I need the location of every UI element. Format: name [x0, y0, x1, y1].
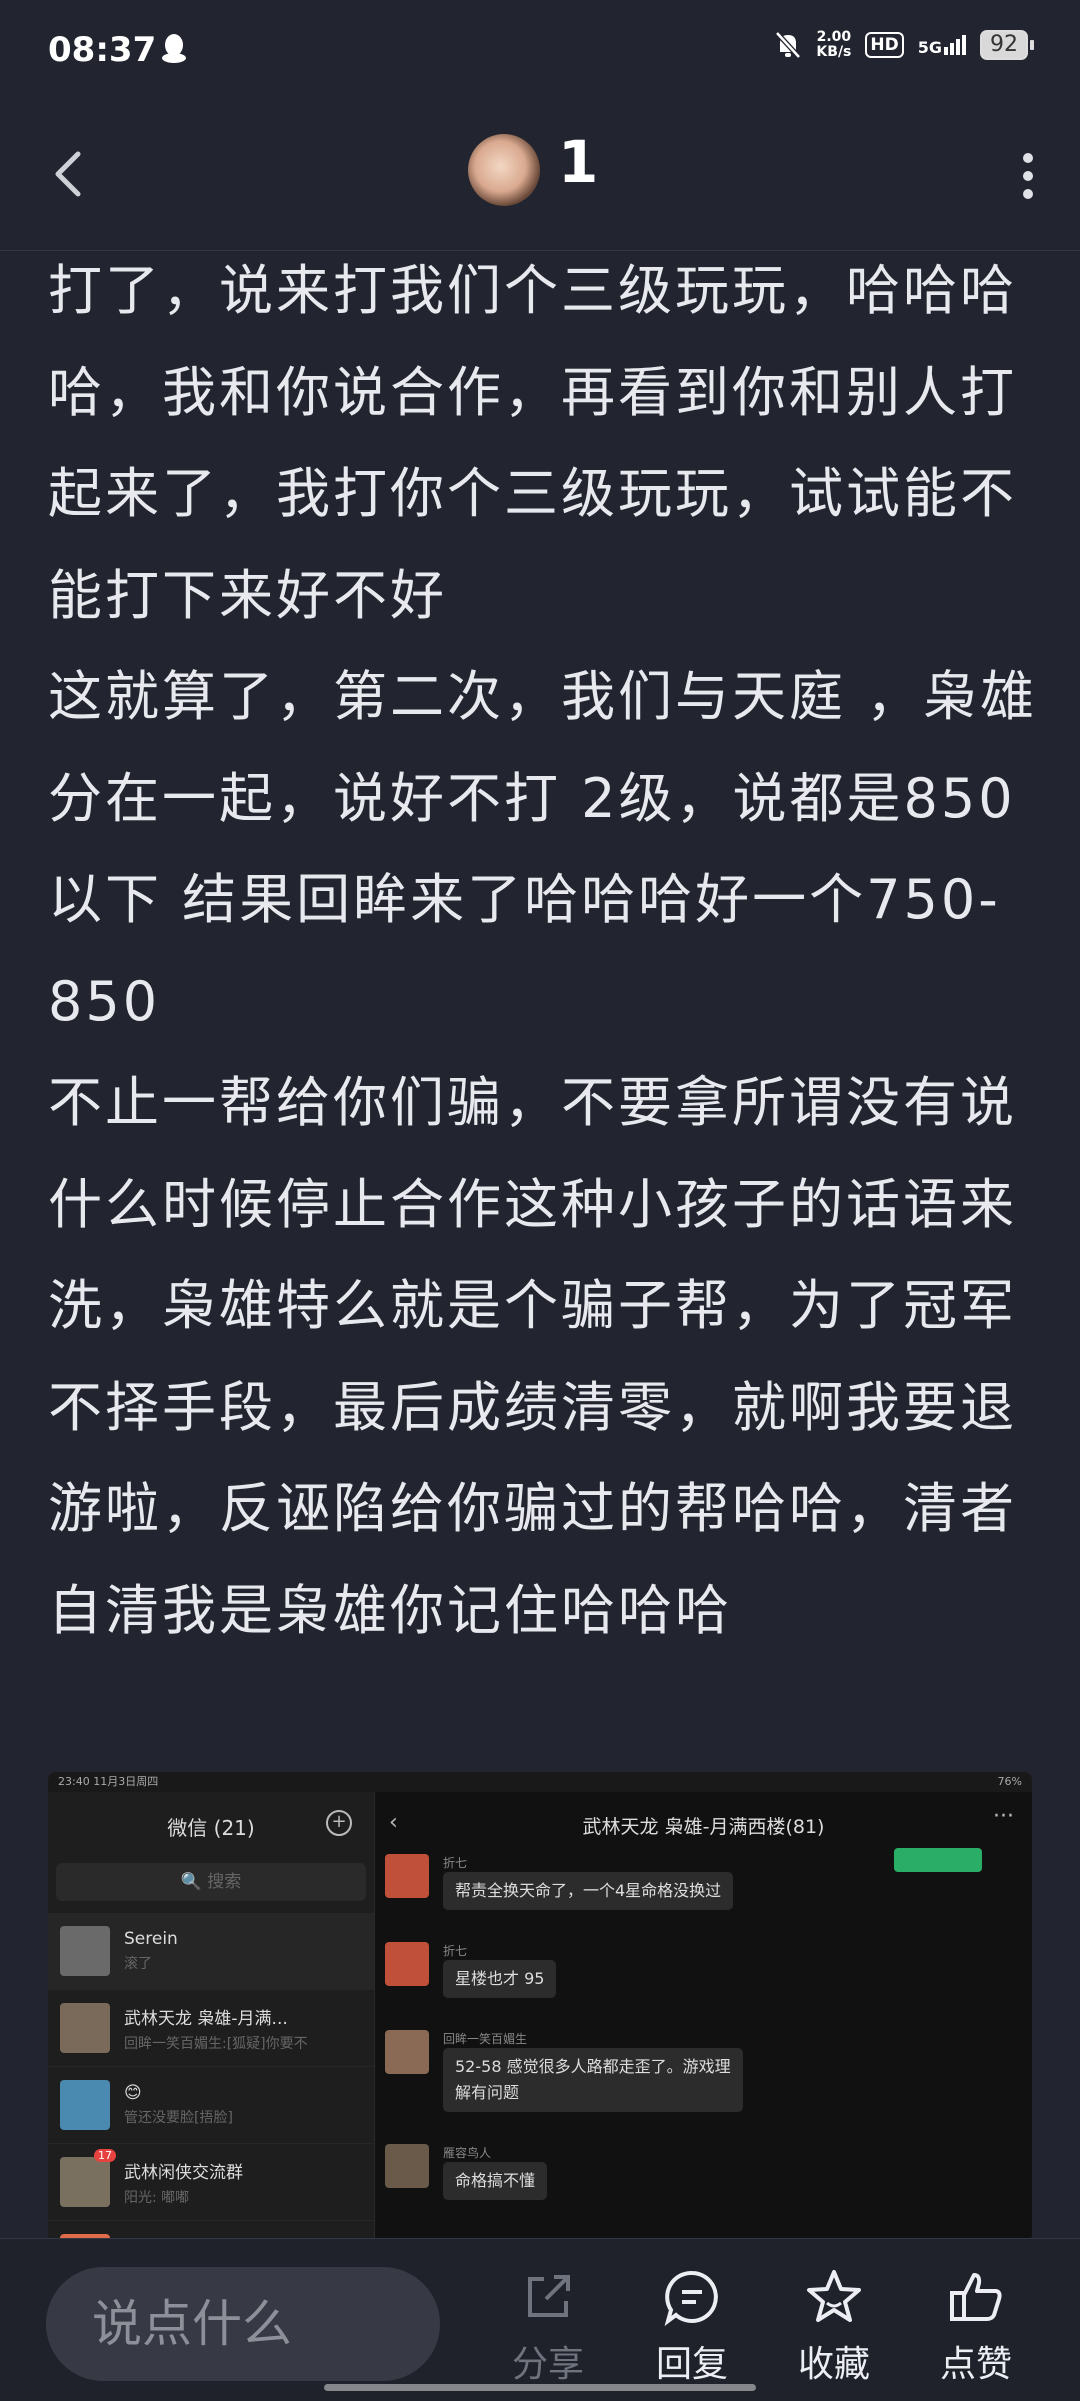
sender-avatar	[385, 1942, 429, 1986]
conversation-preview: 回眸一笑百媚生:[狐疑]你要不	[124, 2035, 308, 2052]
mute-bell-icon	[775, 31, 802, 59]
conversation-avatar	[60, 2080, 110, 2130]
message-bubble: 命格搞不懂	[443, 2162, 548, 2200]
sender-name: 雁容鸟人	[443, 2146, 492, 2160]
qq-icon	[162, 34, 186, 63]
conversation-avatar	[60, 1926, 110, 1976]
sent-message-bubble	[894, 1848, 982, 1872]
post-paragraph: 不止一帮给你们骗，不要拿所谓没有说什么时候停止合作这种小孩子的话语来洗，枭雄特么…	[48, 1071, 1017, 1642]
message-bubble: 帮责全换天命了，一个4星命格没换过	[443, 1872, 734, 1910]
conversation-name: 武林闲侠交流群	[124, 2162, 243, 2183]
wechat-title: 微信 (21)	[167, 1816, 255, 1840]
conversation-name: 武林天龙 枭雄-月满...	[124, 2008, 288, 2029]
conversation-item: Serein 滚了	[48, 1913, 374, 1990]
signal-icon: 5G	[918, 35, 966, 56]
chat-more-icon: ···	[993, 1804, 1014, 1829]
conversation-item: 😊 管还没要脸[捂脸]	[48, 2067, 374, 2144]
message-bubble: 星楼也才 95	[443, 1960, 557, 1998]
comment-input[interactable]: 说点什么	[46, 2267, 440, 2381]
back-icon[interactable]	[44, 144, 94, 204]
conversation-name: Serein	[124, 1929, 178, 1949]
post-content: 打了，说来打我们个三级玩玩，哈哈哈哈，我和你说合作，再看到你和别人打起来了，我打…	[48, 240, 1038, 1661]
unread-badge: 17	[94, 2149, 116, 2162]
battery-icon: 92	[980, 30, 1034, 60]
status-bar: 08:37 2.00 KB/s HD 5G 92	[0, 0, 1080, 104]
share-icon	[528, 2275, 570, 2317]
wechat-conversation-list: 微信 (21) + 🔍 搜索 Serein 滚了武林天龙 枭雄-月满... 回眸一笑…	[48, 1792, 375, 2242]
comment-icon	[664, 2270, 718, 2327]
chat-title: 武林天龙 枭雄-月满西楼(81)	[582, 1816, 825, 1838]
share-button[interactable]: 分享	[498, 2267, 598, 2387]
conversation-preview: 阳光: 嘟嘟	[124, 2189, 190, 2206]
message-bubble: 52-58 感觉很多人路都走歪了。游戏理 解有问题	[443, 2048, 743, 2112]
add-icon: +	[326, 1810, 352, 1836]
page-title[interactable]: 1	[558, 128, 598, 196]
collect-label: 收藏	[797, 2344, 870, 2385]
home-indicator	[324, 2384, 756, 2391]
bottom-action-bar: 说点什么 分享 回复 收藏 点赞	[0, 2238, 1080, 2401]
sender-avatar	[385, 2144, 429, 2188]
conversation-item: 武林天龙 枭雄-月满... 回眸一笑百媚生:[狐疑]你要不	[48, 1990, 374, 2067]
reply-button[interactable]: 回复	[642, 2267, 742, 2387]
more-options-icon[interactable]	[1016, 148, 1040, 204]
conversation-item: 17 武林闲侠交流群阳光: 嘟嘟	[48, 2144, 374, 2221]
status-time: 08:37	[48, 30, 157, 70]
wechat-chat-panel: ‹ 武林天龙 枭雄-月满西楼(81) ··· 折七帮责全换天命了，一个4星命格没…	[375, 1792, 1032, 2242]
wechat-search: 🔍 搜索	[56, 1863, 366, 1901]
conversation-preview: 滚了	[124, 1956, 152, 1972]
post-header: 1	[0, 104, 1080, 251]
post-paragraph: 打了，说来打我们个三级玩玩，哈哈哈哈，我和你说合作，再看到你和别人打起来了，我打…	[48, 259, 1017, 627]
share-label: 分享	[511, 2344, 584, 2385]
sender-name: 回眸一笑百媚生	[443, 2032, 528, 2046]
sender-avatar	[385, 1854, 429, 1898]
sender-avatar	[385, 2030, 429, 2074]
embedded-screenshot[interactable]: 23:40 11月3日周四 76% 微信 (21) + 🔍 搜索 Serein 滚…	[48, 1772, 1032, 2242]
chat-back-icon: ‹	[389, 1810, 398, 1835]
avatar[interactable]	[468, 134, 540, 206]
sender-name: 折七	[443, 1944, 468, 1958]
conversation-name: 😊	[124, 2083, 142, 2103]
conversation-avatar	[60, 2003, 110, 2053]
hd-badge: HD	[865, 32, 904, 58]
thumbs-up-icon	[950, 2273, 1002, 2321]
sender-name: 折七	[443, 1856, 468, 1870]
conversation-preview: 管还没要脸[捂脸]	[124, 2110, 233, 2126]
like-button[interactable]: 点赞	[926, 2267, 1026, 2387]
collect-button[interactable]: 收藏	[784, 2267, 884, 2387]
reply-label: 回复	[655, 2344, 728, 2385]
net-speed: 2.00 KB/s	[816, 29, 852, 60]
like-label: 点赞	[939, 2344, 1012, 2385]
star-icon	[807, 2270, 861, 2322]
post-paragraph: 这就算了，第二次，我们与天庭 ，枭雄分在一起，说好不打 2级，说都是850以下 …	[48, 665, 1038, 1033]
conversation-avatar: 17	[60, 2149, 116, 2207]
